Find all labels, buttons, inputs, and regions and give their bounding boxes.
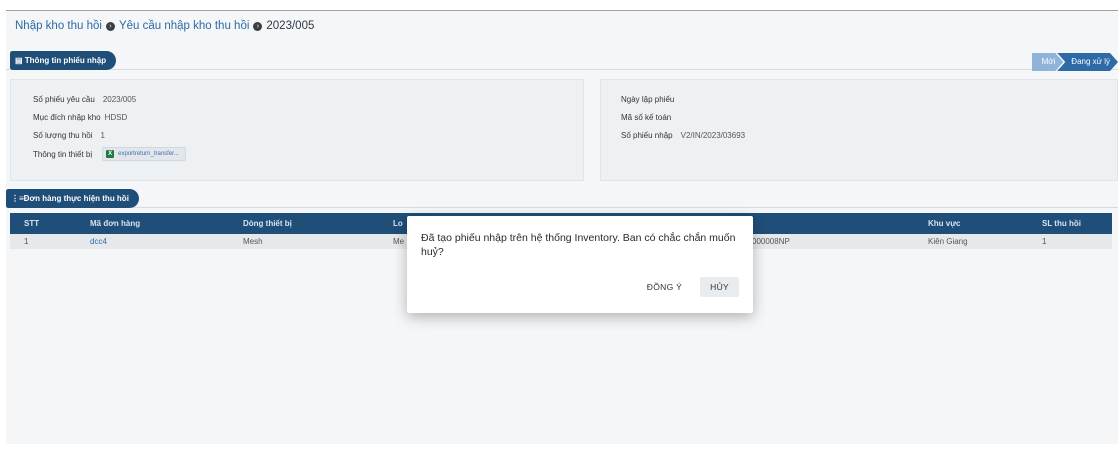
dialog-actions: ĐỒNG Ý HỦY: [637, 277, 739, 297]
dialog-message: Đã tạo phiếu nhập trên hệ thống Inventor…: [421, 232, 736, 258]
confirm-dialog: Đã tạo phiếu nhập trên hệ thống Inventor…: [407, 216, 753, 313]
cancel-button[interactable]: HỦY: [700, 277, 739, 297]
confirm-button[interactable]: ĐỒNG Ý: [637, 277, 692, 297]
